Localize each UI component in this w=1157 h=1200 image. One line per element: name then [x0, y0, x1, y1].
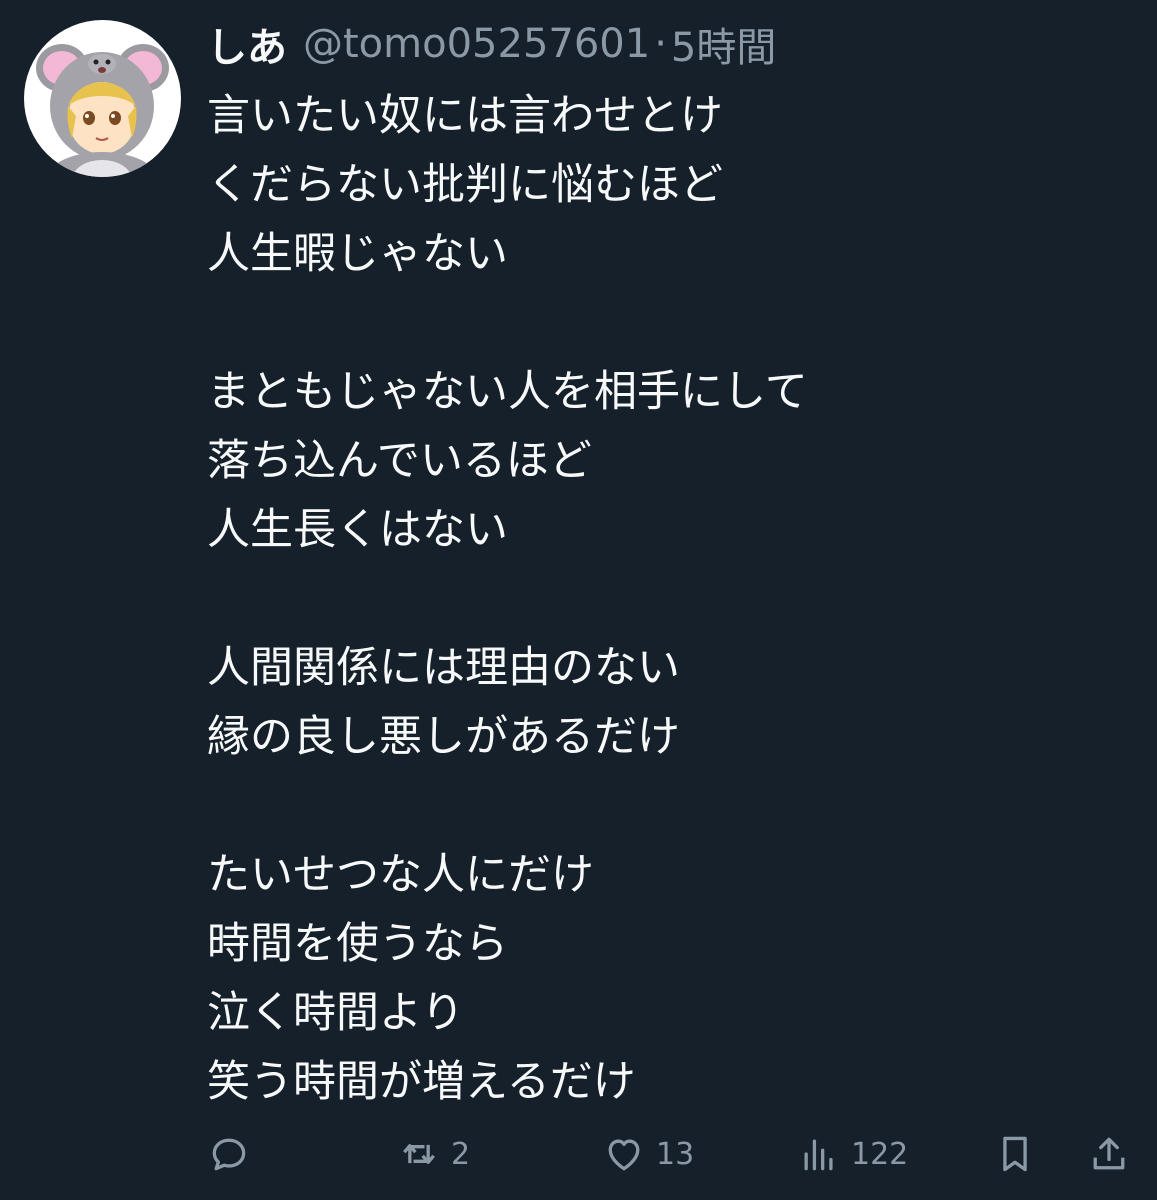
avatar[interactable] [24, 20, 181, 177]
tweet-text-line: 人間関係には理由のない [207, 643, 680, 693]
user-handle[interactable]: @tomo05257601 [303, 21, 650, 67]
tweet-text-line: くだらない批判に悩むほど [207, 160, 723, 210]
tweet-text: 言いたい奴には言わせとけ くだらない批判に悩むほど 人生暇じゃない まともじゃな… [207, 82, 1127, 1117]
retweet-icon [403, 1144, 435, 1164]
action-bar: 2 13 122 [207, 1124, 1137, 1184]
bookmark-button[interactable] [993, 1124, 1037, 1184]
like-count: 13 [656, 1136, 695, 1172]
tweet-text-line: 笑う時間が増えるだけ [207, 1057, 636, 1107]
reply-icon [212, 1138, 246, 1171]
tweet-text-line: 時間を使うなら [207, 919, 508, 969]
timestamp[interactable]: 5時間 [671, 15, 776, 73]
heart-icon [608, 1139, 640, 1171]
tweet-text-line: 人生長くはない [207, 505, 508, 555]
tweet-text-blank-line [207, 565, 1127, 634]
share-button[interactable] [1087, 1124, 1131, 1184]
display-name[interactable]: しあ [207, 15, 287, 73]
tweet-text-line: 縁の良し悪しがあるだけ [207, 712, 680, 762]
like-button[interactable]: 13 [602, 1124, 694, 1184]
tweet-text-line: たいせつな人にだけ [207, 850, 594, 900]
share-icon [1093, 1137, 1125, 1170]
bookmark-icon [1003, 1136, 1027, 1172]
tweet: しあ @tomo05257601 · 5時間 言いたい奴には言わせとけ くだらな… [0, 0, 1157, 1200]
retweet-count: 2 [451, 1136, 471, 1172]
tweet-text-line: 言いたい奴には言わせとけ [207, 91, 723, 141]
views-icon [804, 1139, 833, 1171]
retweet-button[interactable]: 2 [397, 1124, 470, 1184]
views-count: 122 [851, 1136, 909, 1172]
tweet-text-blank-line [207, 772, 1127, 841]
chinchilla-avatar-icon [36, 44, 169, 177]
views-button[interactable]: 122 [797, 1124, 908, 1184]
tweet-text-blank-line [207, 289, 1127, 358]
reply-button[interactable] [207, 1124, 251, 1184]
tweet-text-line: 泣く時間より [207, 988, 465, 1038]
tweet-header: しあ @tomo05257601 · 5時間 [207, 14, 776, 74]
tweet-text-line: 落ち込んでいるほど [207, 436, 592, 486]
tweet-text-line: 人生暇じゃない [207, 229, 508, 279]
tweet-text-line: まともじゃない人を相手にして [207, 367, 808, 417]
separator-dot: · [654, 21, 667, 67]
